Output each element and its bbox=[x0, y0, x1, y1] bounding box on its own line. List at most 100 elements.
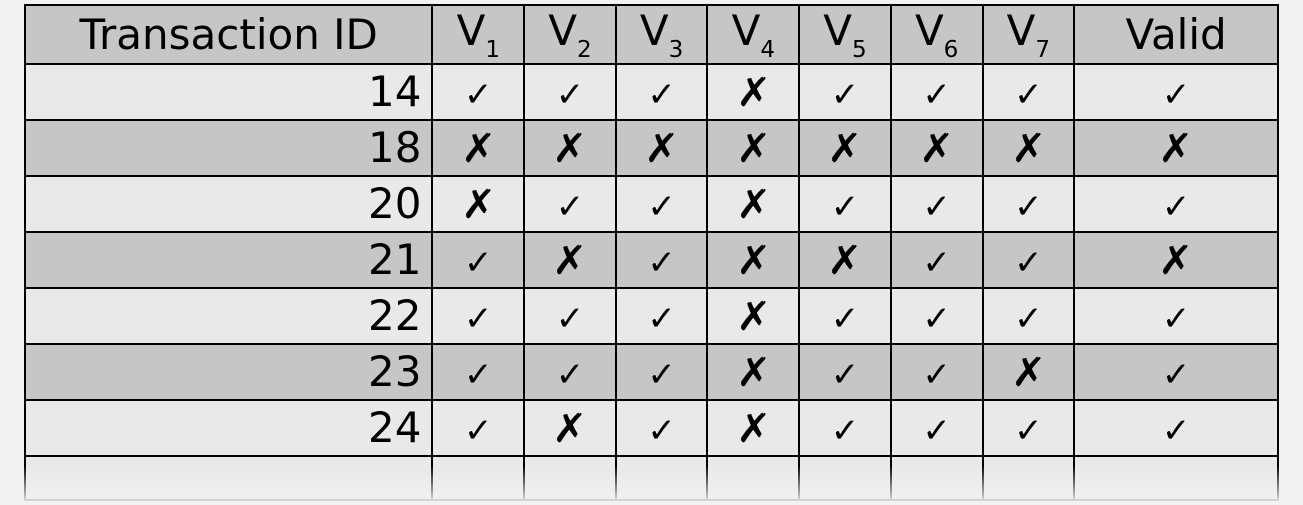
cell-v5: ✓ bbox=[799, 400, 891, 456]
cell-v6: ✓ bbox=[891, 344, 983, 400]
cell-v5: ✗ bbox=[799, 232, 891, 288]
check-icon: ✓ bbox=[831, 190, 860, 224]
cell-transaction-id: 18 bbox=[25, 120, 432, 176]
cross-icon: ✗ bbox=[552, 241, 587, 281]
cell-v3: ✓ bbox=[616, 232, 708, 288]
cell-transaction-id: 22 bbox=[25, 288, 432, 344]
cell-v4: ✗ bbox=[707, 344, 799, 400]
cell-v1: ✗ bbox=[432, 176, 524, 232]
cell-valid: ✗ bbox=[1074, 232, 1278, 288]
cell-v3: ✓ bbox=[616, 176, 708, 232]
cell-empty bbox=[616, 456, 708, 500]
cell-empty bbox=[1074, 456, 1278, 500]
cell-v2: ✓ bbox=[524, 288, 616, 344]
cell-valid: ✓ bbox=[1074, 400, 1278, 456]
col-header-v1: V1 bbox=[432, 5, 524, 64]
cell-v6: ✓ bbox=[891, 176, 983, 232]
table-row: 22✓✓✓✗✓✓✓✓ bbox=[25, 288, 1278, 344]
table-row bbox=[25, 456, 1278, 500]
cell-v3: ✓ bbox=[616, 288, 708, 344]
cell-v7: ✗ bbox=[983, 344, 1075, 400]
cell-v7: ✓ bbox=[983, 232, 1075, 288]
table-row: 23✓✓✓✗✓✓✗✓ bbox=[25, 344, 1278, 400]
check-icon: ✓ bbox=[647, 302, 676, 336]
check-icon: ✓ bbox=[556, 358, 585, 392]
col-header-v6: V6 bbox=[891, 5, 983, 64]
check-icon: ✓ bbox=[1014, 246, 1043, 280]
cell-v6: ✓ bbox=[891, 64, 983, 120]
table-row: 24✓✗✓✗✓✓✓✓ bbox=[25, 400, 1278, 456]
cell-v4: ✗ bbox=[707, 232, 799, 288]
cell-v1: ✓ bbox=[432, 64, 524, 120]
cell-v2: ✗ bbox=[524, 400, 616, 456]
check-icon: ✓ bbox=[464, 414, 493, 448]
check-icon: ✓ bbox=[556, 190, 585, 224]
cell-v5: ✓ bbox=[799, 64, 891, 120]
cell-v6: ✓ bbox=[891, 400, 983, 456]
cell-v6: ✗ bbox=[891, 120, 983, 176]
cross-icon: ✗ bbox=[736, 241, 771, 281]
cell-transaction-id: 20 bbox=[25, 176, 432, 232]
table-row: 20✗✓✓✗✓✓✓✓ bbox=[25, 176, 1278, 232]
cross-icon: ✗ bbox=[736, 129, 771, 169]
table-header-row: Transaction ID V1 V2 V3 V4 V5 V6 V7 Vali… bbox=[25, 5, 1278, 64]
cell-v3: ✗ bbox=[616, 120, 708, 176]
cell-v4: ✗ bbox=[707, 120, 799, 176]
check-icon: ✓ bbox=[464, 246, 493, 280]
cross-icon: ✗ bbox=[827, 129, 862, 169]
check-icon: ✓ bbox=[922, 358, 951, 392]
col-header-v5: V5 bbox=[799, 5, 891, 64]
check-icon: ✓ bbox=[556, 302, 585, 336]
validation-table: Transaction ID V1 V2 V3 V4 V5 V6 V7 Vali… bbox=[24, 4, 1279, 501]
cross-icon: ✗ bbox=[919, 129, 954, 169]
cross-icon: ✗ bbox=[827, 241, 862, 281]
cell-transaction-id: 14 bbox=[25, 64, 432, 120]
cell-valid: ✓ bbox=[1074, 176, 1278, 232]
cell-v1: ✓ bbox=[432, 344, 524, 400]
check-icon: ✓ bbox=[1014, 78, 1043, 112]
check-icon: ✓ bbox=[647, 414, 676, 448]
cross-icon: ✗ bbox=[552, 129, 587, 169]
col-header-v2: V2 bbox=[524, 5, 616, 64]
table-row: 18✗✗✗✗✗✗✗✗ bbox=[25, 120, 1278, 176]
cross-icon: ✗ bbox=[736, 297, 771, 337]
table-container: Transaction ID V1 V2 V3 V4 V5 V6 V7 Vali… bbox=[0, 0, 1303, 505]
cell-v7: ✓ bbox=[983, 400, 1075, 456]
cell-v3: ✓ bbox=[616, 64, 708, 120]
cell-v4: ✗ bbox=[707, 400, 799, 456]
cross-icon: ✗ bbox=[1011, 353, 1046, 393]
cell-empty bbox=[25, 456, 432, 500]
cell-empty bbox=[891, 456, 983, 500]
cross-icon: ✗ bbox=[1158, 129, 1193, 169]
cell-v5: ✗ bbox=[799, 120, 891, 176]
check-icon: ✓ bbox=[1014, 302, 1043, 336]
check-icon: ✓ bbox=[831, 358, 860, 392]
cell-valid: ✓ bbox=[1074, 64, 1278, 120]
check-icon: ✓ bbox=[464, 78, 493, 112]
check-icon: ✓ bbox=[922, 78, 951, 112]
col-header-v4: V4 bbox=[707, 5, 799, 64]
cell-v4: ✗ bbox=[707, 176, 799, 232]
col-header-v7: V7 bbox=[983, 5, 1075, 64]
check-icon: ✓ bbox=[922, 190, 951, 224]
check-icon: ✓ bbox=[647, 190, 676, 224]
cell-empty bbox=[799, 456, 891, 500]
check-icon: ✓ bbox=[464, 358, 493, 392]
cell-empty bbox=[432, 456, 524, 500]
cross-icon: ✗ bbox=[461, 185, 496, 225]
cross-icon: ✗ bbox=[736, 409, 771, 449]
check-icon: ✓ bbox=[1162, 190, 1191, 224]
check-icon: ✓ bbox=[1162, 302, 1191, 336]
check-icon: ✓ bbox=[922, 302, 951, 336]
check-icon: ✓ bbox=[647, 78, 676, 112]
cross-icon: ✗ bbox=[736, 353, 771, 393]
cross-icon: ✗ bbox=[736, 73, 771, 113]
cell-v6: ✓ bbox=[891, 288, 983, 344]
cell-valid: ✓ bbox=[1074, 344, 1278, 400]
cell-valid: ✗ bbox=[1074, 120, 1278, 176]
cell-v1: ✗ bbox=[432, 120, 524, 176]
cell-transaction-id: 24 bbox=[25, 400, 432, 456]
cell-v2: ✓ bbox=[524, 176, 616, 232]
cell-v2: ✗ bbox=[524, 232, 616, 288]
cell-empty bbox=[524, 456, 616, 500]
